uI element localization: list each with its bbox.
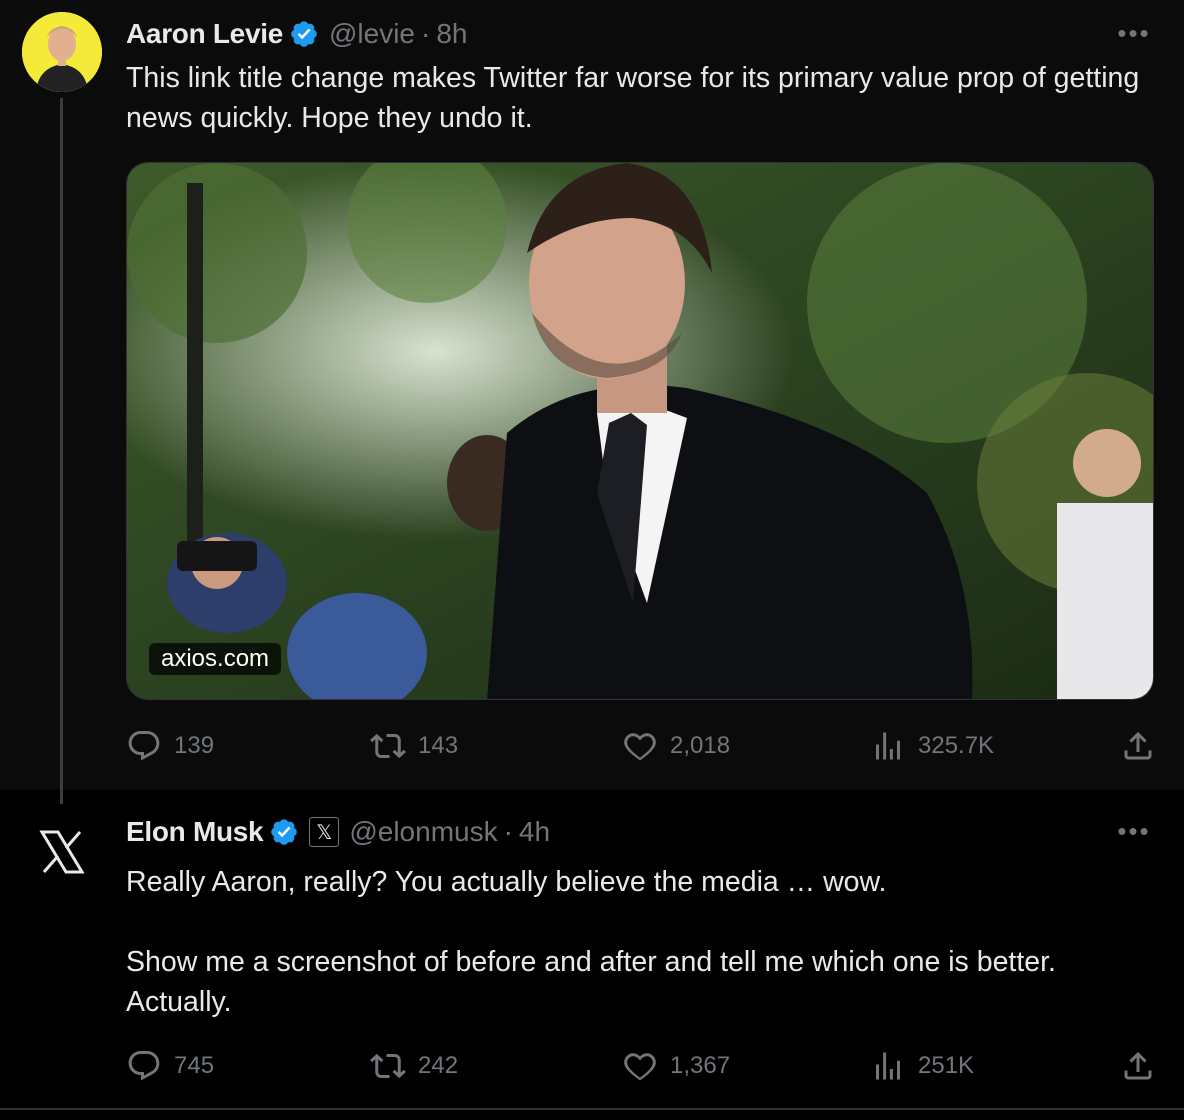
retweet-button[interactable]: 242 [370,1046,458,1086]
share-icon [1124,731,1152,760]
reply-button[interactable]: 139 [126,726,214,766]
reply-icon [128,1051,160,1081]
retweet-icon [370,1053,406,1079]
timestamp[interactable]: 4h [519,816,550,848]
retweet-count: 242 [418,1052,459,1079]
author-handle[interactable]: @levie [329,18,415,50]
avatar[interactable] [22,812,102,892]
share-icon [1124,1051,1152,1080]
like-icon [624,1053,656,1081]
like-count: 2,018 [670,732,731,759]
like-count: 1,367 [670,1052,731,1079]
like-button[interactable]: 1,367 [622,1046,730,1086]
like-button[interactable]: 2,018 [622,726,730,766]
timestamp[interactable]: 8h [436,18,467,50]
retweet-button[interactable]: 143 [370,726,458,766]
tweet-actions: 745 242 1,367 251K [126,1046,1156,1086]
author-name[interactable]: Elon Musk [126,816,264,848]
tweet-text: Really Aaron, really? You actually belie… [126,866,1056,1018]
views-button[interactable]: 325.7K [870,726,994,766]
views-button[interactable]: 251K [870,1046,974,1086]
reply-count: 139 [174,732,215,759]
reply-button[interactable]: 745 [126,1046,214,1086]
tweet-text: This link title change makes Twitter far… [126,62,1148,134]
like-icon [624,733,656,761]
share-button[interactable] [1120,1046,1156,1086]
avatar-portrait [22,12,102,92]
link-card[interactable]: axios.com [126,162,1154,700]
divider [0,1108,1184,1110]
retweet-count: 143 [418,732,459,759]
reply-icon [128,731,160,761]
view-count: 251K [918,1052,975,1079]
reply-count: 745 [174,1052,215,1079]
link-card-image [127,163,1153,699]
view-count: 325.7K [918,732,995,759]
tweet-header: Elon Musk 𝕏 @elonmusk · 4h [126,812,550,852]
affiliation-badge[interactable]: 𝕏 [309,817,340,847]
author-handle[interactable]: @elonmusk [349,816,497,848]
thread-connector-line [60,98,63,804]
separator-dot: · [421,18,431,49]
views-icon [876,732,900,760]
verified-badge-icon[interactable] [269,817,299,847]
link-card-domain: axios.com [149,643,282,675]
separator-dot: · [503,816,513,847]
tweet-header: Aaron Levie @levie · 8h [126,14,467,54]
more-icon[interactable]: ••• [1114,18,1154,48]
more-icon[interactable]: ••• [1114,816,1154,846]
x-logo-icon [22,812,102,892]
author-name[interactable]: Aaron Levie [126,18,283,50]
retweet-icon [370,733,406,759]
avatar[interactable] [22,12,102,92]
share-button[interactable] [1120,726,1156,766]
tweet-actions: 139 143 2,018 325.7K [126,726,1156,766]
views-icon [876,1052,900,1080]
verified-badge-icon[interactable] [289,19,319,49]
